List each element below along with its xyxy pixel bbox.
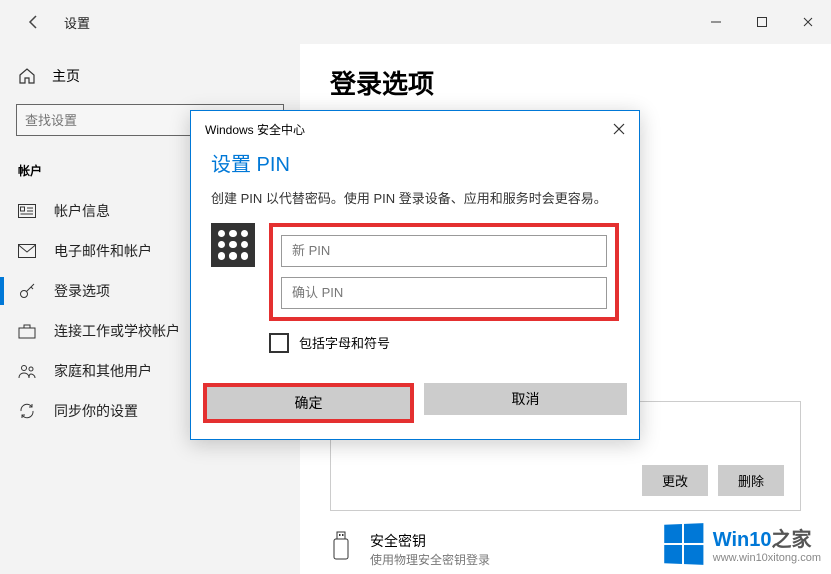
sidebar-item-label: 同步你的设置 — [54, 401, 138, 421]
key-icon — [18, 282, 36, 300]
checkbox-label: 包括字母和符号 — [299, 333, 390, 352]
dialog-description: 创建 PIN 以代替密码。使用 PIN 登录设备、应用和服务时会更容易。 — [211, 189, 619, 209]
close-button[interactable] — [785, 6, 831, 38]
dialog-close-button[interactable] — [613, 122, 625, 138]
sync-icon — [18, 402, 36, 420]
window-controls — [693, 6, 831, 38]
dialog-header-title: Windows 安全中心 — [205, 121, 305, 138]
minimize-button[interactable] — [693, 6, 739, 38]
maximize-button[interactable] — [739, 6, 785, 38]
delete-button[interactable]: 删除 — [718, 465, 784, 496]
window-title: 设置 — [64, 13, 90, 32]
mail-icon — [18, 242, 36, 260]
ok-button[interactable]: 确定 — [207, 387, 410, 419]
pin-setup-dialog: Windows 安全中心 设置 PIN 创建 PIN 以代替密码。使用 PIN … — [190, 110, 640, 440]
id-card-icon — [18, 202, 36, 220]
security-key-sub: 使用物理安全密钥登录 — [370, 551, 490, 568]
pinpad-icon — [211, 223, 255, 267]
page-title: 登录选项 — [330, 64, 801, 101]
sidebar-home-label: 主页 — [52, 66, 80, 86]
dialog-title: 设置 PIN — [211, 148, 619, 177]
include-letters-checkbox-row[interactable]: 包括字母和符号 — [269, 333, 619, 353]
watermark-brand2: 之家 — [772, 529, 812, 551]
people-icon — [18, 362, 36, 380]
cancel-button[interactable]: 取消 — [424, 383, 627, 415]
sidebar-item-label: 帐户信息 — [54, 201, 110, 221]
watermark-brand1: Win10 — [713, 529, 772, 551]
new-pin-input[interactable] — [281, 235, 607, 267]
checkbox-icon[interactable] — [269, 333, 289, 353]
change-button[interactable]: 更改 — [642, 465, 708, 496]
sidebar-home[interactable]: 主页 — [0, 58, 300, 94]
back-button[interactable] — [16, 4, 52, 40]
watermark-url: www.win10xitong.com — [713, 552, 821, 564]
usb-key-icon — [330, 531, 352, 564]
home-icon — [18, 67, 36, 85]
pin-inputs-highlight — [269, 223, 619, 321]
windows-logo-icon — [664, 523, 703, 565]
sidebar-item-label: 连接工作或学校帐户 — [54, 321, 180, 341]
ok-button-highlight: 确定 — [203, 383, 414, 423]
sidebar-item-label: 电子邮件和帐户 — [54, 241, 152, 261]
watermark: Win10之家 www.win10xitong.com — [663, 523, 821, 564]
briefcase-icon — [18, 322, 36, 340]
confirm-pin-input[interactable] — [281, 277, 607, 309]
security-key-title: 安全密钥 — [370, 531, 490, 551]
sidebar-item-label: 登录选项 — [54, 281, 110, 301]
sidebar-item-label: 家庭和其他用户 — [54, 361, 152, 381]
titlebar: 设置 — [0, 0, 831, 44]
